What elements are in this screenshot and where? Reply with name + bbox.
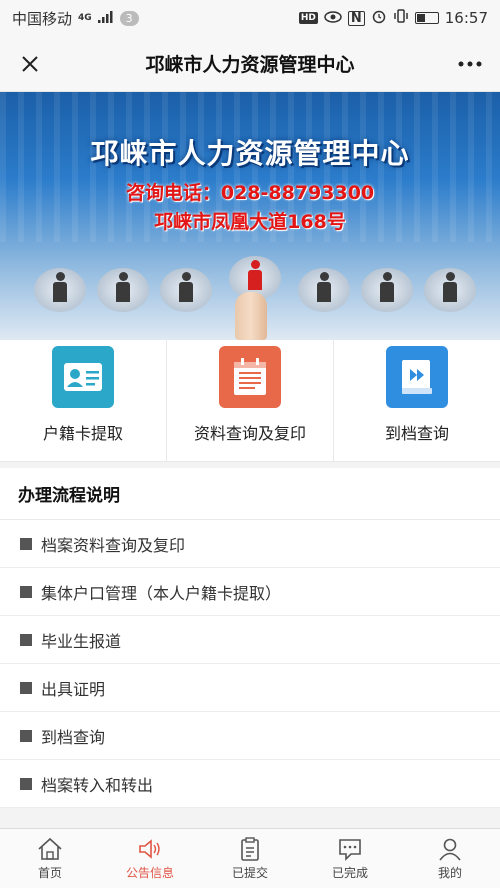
alarm-icon xyxy=(371,8,387,28)
user-icon xyxy=(439,838,461,861)
quick-actions: 户籍卡提取 资料查询及复印 到档查询 xyxy=(0,340,500,462)
tab-announcements[interactable]: 公告信息 xyxy=(100,829,200,888)
process-item[interactable]: 集体户口管理（本人户籍卡提取） xyxy=(0,568,500,616)
title-bar: 邛崃市人力资源管理中心 xyxy=(0,36,500,92)
tab-profile[interactable]: 我的 xyxy=(400,829,500,888)
nfc-icon: N xyxy=(347,10,365,26)
carrier-label: 中国移动 xyxy=(12,9,73,28)
chat-icon xyxy=(339,838,361,861)
clipboard-icon xyxy=(241,836,259,861)
section-title: 办理流程说明 xyxy=(0,468,500,520)
person-icon xyxy=(424,268,476,312)
person-icon xyxy=(97,268,149,312)
process-section: 办理流程说明 档案资料查询及复印 集体户口管理（本人户籍卡提取） 毕业生报道 出… xyxy=(0,468,500,808)
tab-submitted[interactable]: 已提交 xyxy=(200,829,300,888)
more-icon xyxy=(458,61,482,66)
book-icon xyxy=(386,346,448,408)
process-item-label: 出具证明 xyxy=(41,679,106,699)
square-bullet-icon xyxy=(20,585,32,598)
battery-level xyxy=(416,14,426,22)
signal-icon xyxy=(97,9,114,27)
speaker-icon xyxy=(139,838,160,859)
banner-text: 邛崃市人力资源管理中心 咨询电话：028-88793300 邛崃市凤凰大道168… xyxy=(0,132,500,234)
banner-address: 邛崃市凤凰大道168号 xyxy=(154,211,346,233)
quick-action-document-copy[interactable]: 资料查询及复印 xyxy=(167,340,334,461)
square-bullet-icon xyxy=(20,729,32,742)
tab-label: 我的 xyxy=(437,865,462,880)
square-bullet-icon xyxy=(20,777,32,790)
clock-time: 16:57 xyxy=(444,9,488,27)
banner-title: 邛崃市人力资源管理中心 xyxy=(90,137,410,170)
quick-action-label: 到档查询 xyxy=(384,424,449,443)
process-item[interactable]: 出具证明 xyxy=(0,664,500,712)
quick-action-household-card[interactable]: 户籍卡提取 xyxy=(0,340,167,461)
network-type: 4G xyxy=(78,13,92,23)
more-button[interactable] xyxy=(454,48,486,80)
battery-icon xyxy=(414,12,439,24)
person-icon xyxy=(160,268,212,312)
hero-banner: 邛崃市人力资源管理中心 咨询电话：028-88793300 邛崃市凤凰大道168… xyxy=(0,92,500,340)
process-item-label: 档案转入和转出 xyxy=(41,775,154,795)
tab-label: 首页 xyxy=(37,865,62,880)
tab-completed[interactable]: 已完成 xyxy=(300,829,400,888)
id-card-icon xyxy=(52,346,114,408)
eye-icon xyxy=(324,9,342,27)
person-icon xyxy=(298,268,350,312)
banner-phone: 咨询电话：028-88793300 xyxy=(125,182,375,204)
process-item[interactable]: 到档查询 xyxy=(0,712,500,760)
person-icon xyxy=(361,268,413,312)
notification-badge: 3 xyxy=(119,10,139,26)
close-button[interactable] xyxy=(14,48,46,80)
vibrate-icon xyxy=(393,9,409,27)
page-title: 邛崃市人力资源管理中心 xyxy=(145,54,355,76)
process-item[interactable]: 档案转入和转出 xyxy=(0,760,500,808)
square-bullet-icon xyxy=(20,537,32,550)
process-item-label: 到档查询 xyxy=(41,727,106,747)
tab-label: 已完成 xyxy=(331,865,368,880)
process-item-label: 毕业生报道 xyxy=(41,631,122,651)
home-icon xyxy=(38,837,62,860)
quick-action-label: 户籍卡提取 xyxy=(42,424,123,443)
close-icon xyxy=(22,55,38,72)
square-bullet-icon xyxy=(20,681,32,694)
hd-icon: HD xyxy=(298,12,318,24)
tab-label: 公告信息 xyxy=(125,865,174,880)
square-bullet-icon xyxy=(20,633,32,646)
process-item-label: 集体户口管理（本人户籍卡提取） xyxy=(41,583,282,603)
quick-action-archive-query[interactable]: 到档查询 xyxy=(334,340,500,461)
bottom-tab-bar: 首页 公告信息 已提交 已完成 我的 xyxy=(0,828,500,888)
person-icon xyxy=(34,268,86,312)
pointing-finger-image xyxy=(235,292,267,340)
process-item[interactable]: 档案资料查询及复印 xyxy=(0,520,500,568)
status-bar: 中国移动 4G 3 HD N 16:57 xyxy=(0,0,500,36)
document-icon xyxy=(219,346,281,408)
process-item[interactable]: 毕业生报道 xyxy=(0,616,500,664)
quick-action-label: 资料查询及复印 xyxy=(193,424,306,443)
tab-home[interactable]: 首页 xyxy=(0,829,100,888)
process-item-label: 档案资料查询及复印 xyxy=(41,535,186,555)
tab-label: 已提交 xyxy=(231,865,268,880)
